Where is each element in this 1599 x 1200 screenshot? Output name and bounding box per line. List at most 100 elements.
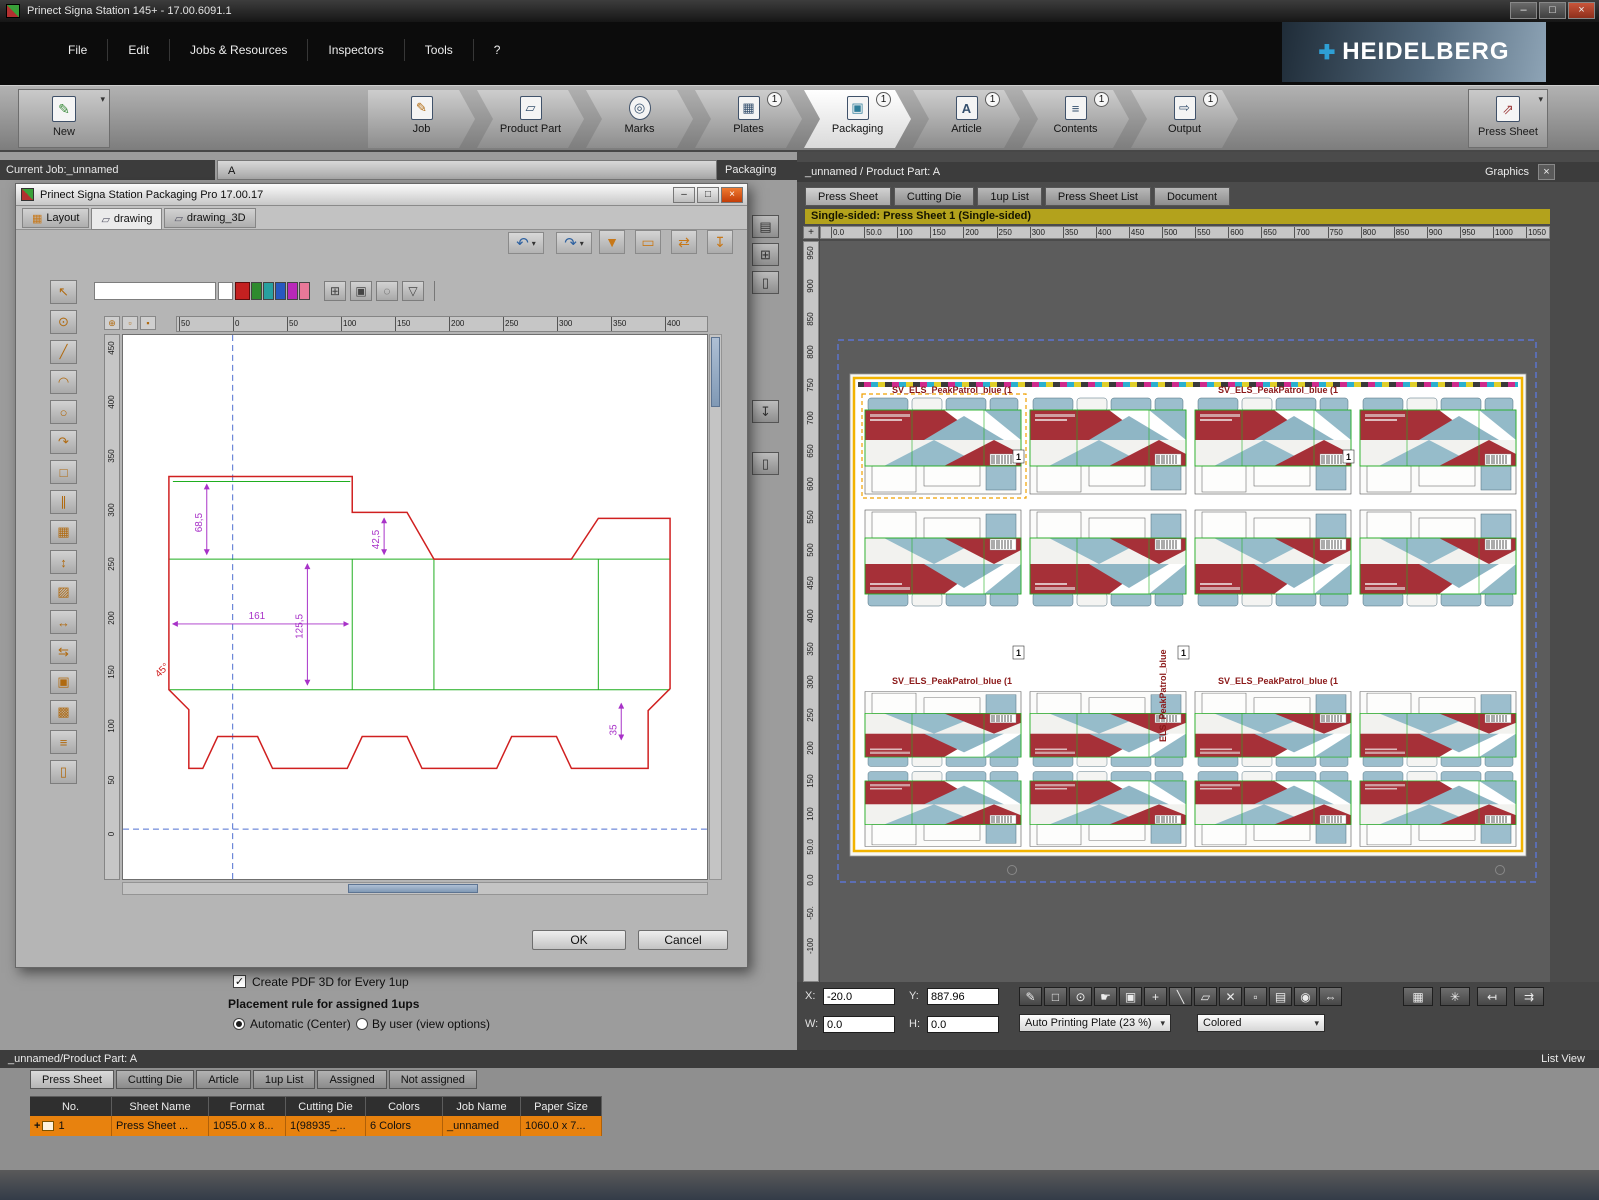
dialog-tab-drawing-3d[interactable]: ▱drawing_3D <box>164 208 255 228</box>
workflow-step-job[interactable]: Job <box>368 90 475 148</box>
diagonal-icon[interactable]: ╲ <box>1169 987 1192 1006</box>
ink-icon[interactable]: ◉ <box>1294 987 1317 1006</box>
crop-icon[interactable]: ▣ <box>1119 987 1142 1006</box>
origin-icon[interactable]: ⊕ <box>104 316 120 330</box>
tab-document[interactable]: Document <box>1154 187 1230 206</box>
download-icon[interactable]: ↧ <box>752 400 779 423</box>
placement-byuser-radio[interactable] <box>356 1018 368 1030</box>
line-tool-icon[interactable]: ╱ <box>50 340 77 364</box>
window-minimize-button[interactable]: – <box>1510 2 1537 19</box>
right-panel-close-icon[interactable]: × <box>1538 164 1555 180</box>
x-input[interactable] <box>823 988 895 1005</box>
dialog-minimize-button[interactable]: – <box>673 187 695 203</box>
dialog-tab-layout[interactable]: ▦Layout <box>22 208 89 228</box>
line-style-field[interactable] <box>94 282 216 300</box>
color-swatch-teal[interactable] <box>263 282 274 300</box>
column-header-no[interactable]: No. <box>30 1096 112 1116</box>
canvas-hscroll-thumb[interactable] <box>348 884 478 893</box>
workflow-step-output[interactable]: 1Output <box>1131 90 1238 148</box>
new-button[interactable]: ▾ New <box>18 89 110 148</box>
grid-icon[interactable]: ⊞ <box>752 243 779 266</box>
tab-assigned[interactable]: Assigned <box>317 1070 386 1089</box>
workflow-step-plates[interactable]: 1Plates <box>695 90 802 148</box>
cancel-button[interactable]: Cancel <box>638 930 728 950</box>
product-part-tab-a[interactable]: A <box>217 160 717 180</box>
view-mode-icon[interactable]: ▪ <box>140 316 156 330</box>
w-input[interactable] <box>823 1016 895 1033</box>
workflow-step-packaging[interactable]: 1Packaging <box>804 90 911 148</box>
workflow-step-contents[interactable]: 1Contents <box>1022 90 1129 148</box>
h-input[interactable] <box>927 1016 999 1033</box>
spacing-tool-icon[interactable]: ⇆ <box>50 640 77 664</box>
filter-icon[interactable]: ▽ <box>402 281 424 301</box>
column-header-paper-size[interactable]: Paper Size <box>521 1096 602 1116</box>
document-tool-icon[interactable]: ▯ <box>50 760 77 784</box>
ruler-origin-button[interactable]: + <box>803 226 819 239</box>
dialog-titlebar[interactable]: Prinect Signa Station Packaging Pro 17.0… <box>16 184 747 206</box>
units-icon[interactable]: ▫ <box>122 316 138 330</box>
gear-icon[interactable]: ✳ <box>1440 987 1470 1006</box>
layers-tool-icon[interactable]: ≡ <box>50 730 77 754</box>
ok-button[interactable]: OK <box>532 930 626 950</box>
menu-item-edit[interactable]: Edit <box>108 39 170 61</box>
dialog-close-button[interactable]: × <box>721 187 743 203</box>
curve-tool-icon[interactable]: ↷ <box>50 430 77 454</box>
tab-cutting-die[interactable]: Cutting Die <box>116 1070 194 1089</box>
color-mode-select[interactable]: Colored <box>1197 1014 1325 1032</box>
zoom-select[interactable]: Auto Printing Plate (23 %) <box>1019 1014 1171 1032</box>
fill-none-swatch[interactable] <box>218 282 233 300</box>
workflow-step-marks[interactable]: Marks <box>586 90 693 148</box>
circle-tool-icon[interactable]: ○ <box>50 400 77 424</box>
tab-press-sheet-list[interactable]: Press Sheet List <box>1045 187 1151 206</box>
press-sheet-preview[interactable]: SV_ELS_PeakPatrol_blue (1 SV_ELS_PeakPat… <box>836 338 1538 886</box>
column-header-sheet-name[interactable]: Sheet Name <box>112 1096 209 1116</box>
color-swatch-blue[interactable] <box>275 282 286 300</box>
press-sheet-viewport[interactable]: SV_ELS_PeakPatrol_blue (1 SV_ELS_PeakPat… <box>820 241 1550 982</box>
save-icon[interactable]: ▼ <box>599 230 625 254</box>
y-input[interactable] <box>927 988 999 1005</box>
print-icon[interactable]: ▤ <box>752 215 779 238</box>
fill-tool-icon[interactable]: ▩ <box>50 700 77 724</box>
color-swatch-magenta[interactable] <box>287 282 298 300</box>
placement-automatic-radio[interactable] <box>233 1018 245 1030</box>
arc-tool-icon[interactable]: ◠ <box>50 370 77 394</box>
tab-1up-list[interactable]: 1up List <box>253 1070 316 1089</box>
column-header-cutting-die[interactable]: Cutting Die <box>286 1096 366 1116</box>
parallel-tool-icon[interactable]: ∥ <box>50 490 77 514</box>
rectangle-tool-icon[interactable]: □ <box>50 460 77 484</box>
workflow-step-product-part[interactable]: Product Part <box>477 90 584 148</box>
canvas-vscroll-thumb[interactable] <box>711 337 720 407</box>
workflow-step-article[interactable]: 1Article <box>913 90 1020 148</box>
menu-item-file[interactable]: File <box>48 39 108 61</box>
window-maximize-button[interactable]: □ <box>1539 2 1566 19</box>
forward-icon[interactable]: ⇉ <box>1514 987 1544 1006</box>
redo-icon[interactable]: ↷ <box>556 232 592 254</box>
stroke-color-swatch[interactable] <box>235 282 250 300</box>
grid-tool-icon[interactable]: ▦ <box>50 520 77 544</box>
tab-not-assigned[interactable]: Not assigned <box>389 1070 477 1089</box>
canvas-vscrollbar[interactable] <box>709 334 722 880</box>
fit-width-icon[interactable]: ↤ <box>1477 987 1507 1006</box>
window-close-button[interactable]: × <box>1568 2 1595 19</box>
color-swatch-green[interactable] <box>251 282 262 300</box>
vertical-dimension-tool-icon[interactable]: ↕ <box>50 550 77 574</box>
zoom-tool-icon[interactable]: ⊙ <box>50 310 77 334</box>
column-header-colors[interactable]: Colors <box>366 1096 443 1116</box>
exchange-icon[interactable]: ⇄ <box>671 230 697 254</box>
keyboard-icon[interactable]: ▦ <box>1403 987 1433 1006</box>
horizontal-dimension-tool-icon[interactable]: ↔ <box>50 610 77 634</box>
row-expander-icon[interactable]: + <box>34 1120 40 1132</box>
hatch-tool-icon[interactable]: ▨ <box>50 580 77 604</box>
undo-icon[interactable]: ↶ <box>508 232 544 254</box>
trash-icon[interactable]: ▯ <box>752 271 779 294</box>
dieline-outline[interactable] <box>169 476 670 768</box>
list-view-label[interactable]: List View <box>1541 1050 1585 1068</box>
marquee-icon[interactable]: ▫ <box>1244 987 1267 1006</box>
new-dropdown-caret-icon[interactable]: ▾ <box>100 94 105 105</box>
menu-item-help[interactable]: ? <box>474 39 521 61</box>
dieline-canvas[interactable]: 68,5 42,5 161 125,5 35 45° <box>122 334 708 880</box>
table-row[interactable]: +1Press Sheet ...1055.0 x 8...1(98935_..… <box>30 1116 602 1136</box>
column-header-format[interactable]: Format <box>209 1096 286 1116</box>
tab-press-sheet[interactable]: Press Sheet <box>30 1070 114 1089</box>
pan-icon[interactable]: ☛ <box>1094 987 1117 1006</box>
